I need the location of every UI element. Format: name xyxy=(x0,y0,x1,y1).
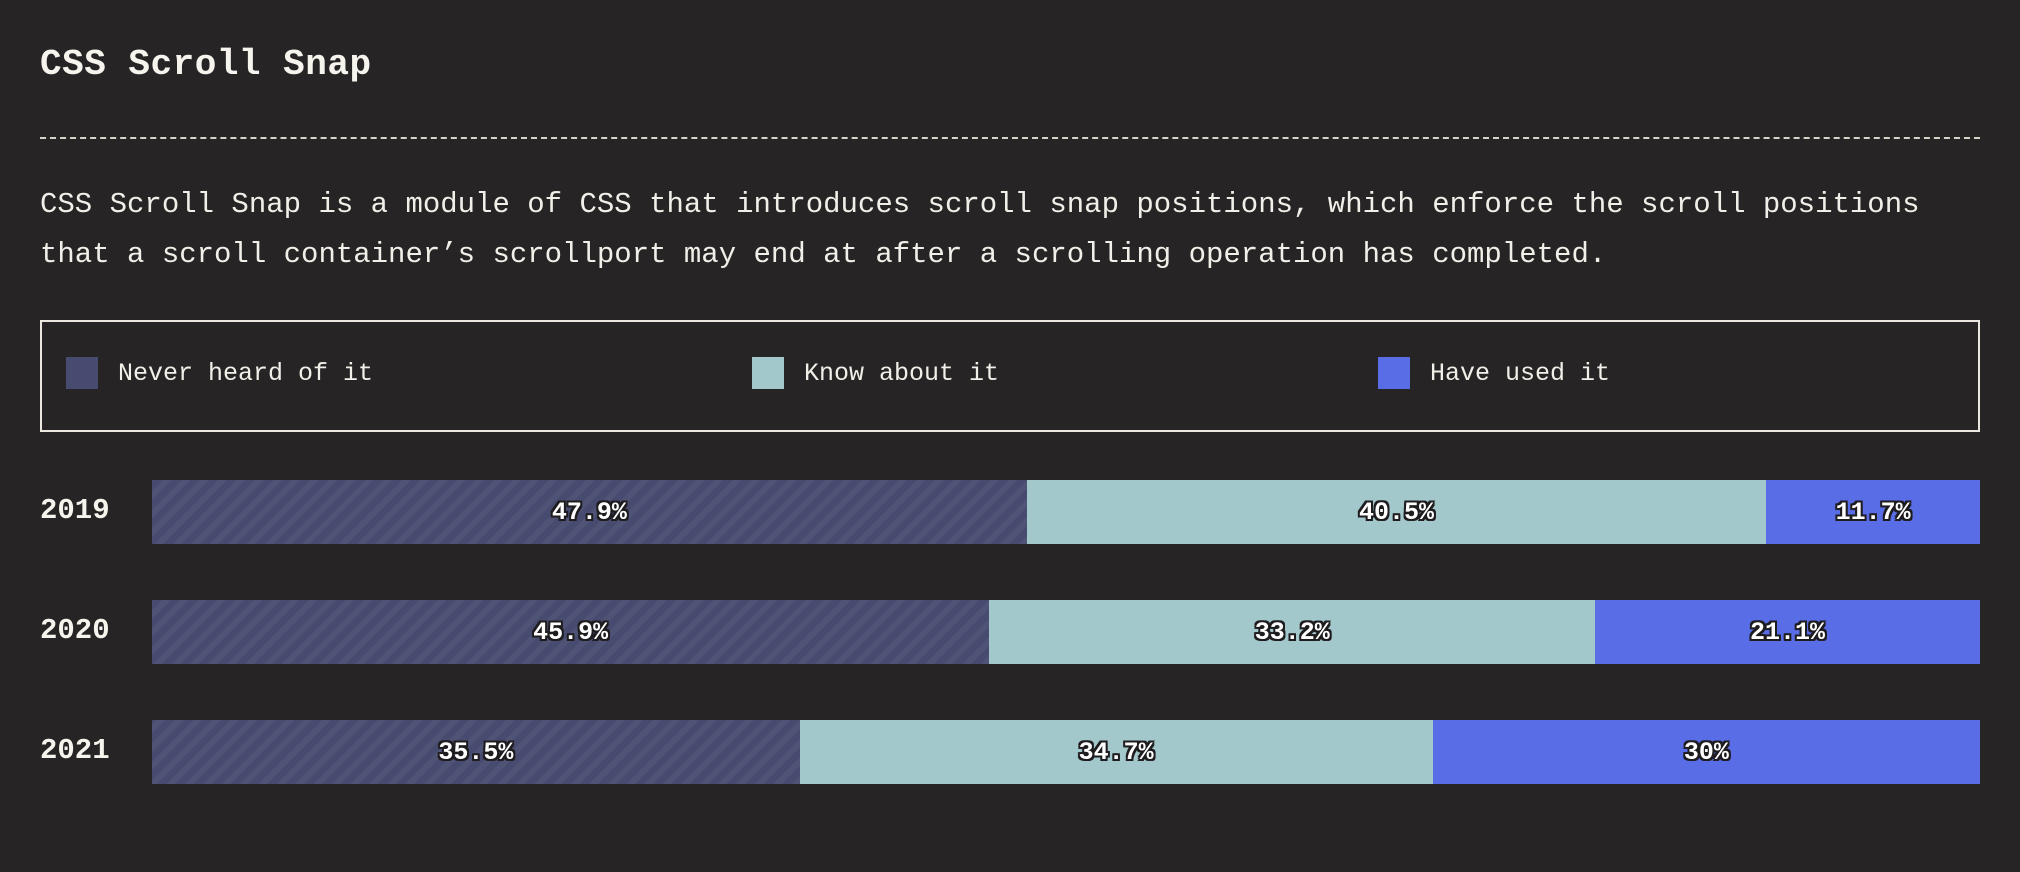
data-label-know-about-2020: 33.2% xyxy=(1254,617,1330,647)
data-label-know-about-2021: 34.7% xyxy=(1078,737,1154,767)
bar-segment-know-about-2020[interactable]: 33.2% xyxy=(989,600,1596,664)
bar-track-2019: 47.9% 40.5% 11.7% xyxy=(152,480,1980,544)
legend-label-never-heard: Never heard of it xyxy=(118,358,374,388)
bar-segment-have-used-2021[interactable]: 30% xyxy=(1432,720,1980,784)
page-title: CSS Scroll Snap xyxy=(40,44,372,85)
data-label-have-used-2019: 11.7% xyxy=(1835,497,1911,527)
legend-item-have-used[interactable]: Have used it xyxy=(1378,356,1610,390)
bar-segment-have-used-2020[interactable]: 21.1% xyxy=(1595,600,1980,664)
bar-track-2020: 45.9% 33.2% 21.1% xyxy=(152,600,1980,664)
bar-segment-know-about-2021[interactable]: 34.7% xyxy=(799,720,1433,784)
legend-label-know-about: Know about it xyxy=(804,358,1000,388)
chart-page: CSS Scroll Snap CSS Scroll Snap is a mod… xyxy=(0,0,2020,872)
bar-row-2019: 2019 47.9% 40.5% 11.7% xyxy=(40,478,1980,544)
bar-row-2021: 2021 35.5% 34.7% 30% xyxy=(40,718,1980,784)
data-label-never-heard-2021: 35.5% xyxy=(438,737,514,767)
bar-track-2021: 35.5% 34.7% 30% xyxy=(152,720,1980,784)
row-label-2021: 2021 xyxy=(40,734,110,767)
bar-row-2020: 2020 45.9% 33.2% 21.1% xyxy=(40,598,1980,664)
data-label-never-heard-2020: 45.9% xyxy=(533,617,609,647)
row-label-2019: 2019 xyxy=(40,494,110,527)
bar-segment-know-about-2019[interactable]: 40.5% xyxy=(1026,480,1767,544)
bar-segment-have-used-2019[interactable]: 11.7% xyxy=(1766,480,1980,544)
data-label-know-about-2019: 40.5% xyxy=(1359,497,1435,527)
legend-swatch-know-about xyxy=(752,357,784,389)
bar-segment-never-heard-2020[interactable]: 45.9% xyxy=(152,600,990,664)
legend-item-never-heard[interactable]: Never heard of it xyxy=(66,356,373,390)
data-label-never-heard-2019: 47.9% xyxy=(551,497,627,527)
bar-segment-never-heard-2021[interactable]: 35.5% xyxy=(152,720,800,784)
data-label-have-used-2021: 30% xyxy=(1683,737,1729,767)
legend-swatch-never-heard xyxy=(66,357,98,389)
data-label-have-used-2020: 21.1% xyxy=(1750,617,1826,647)
feature-description: CSS Scroll Snap is a module of CSS that … xyxy=(40,188,1920,271)
legend-item-know-about[interactable]: Know about it xyxy=(752,356,999,390)
legend-swatch-have-used xyxy=(1378,357,1410,389)
dashed-divider xyxy=(40,137,1980,139)
legend-label-have-used: Have used it xyxy=(1430,358,1611,388)
chart-legend: Never heard of it Know about it Have use… xyxy=(40,320,1980,432)
row-label-2020: 2020 xyxy=(40,614,110,647)
bar-segment-never-heard-2019[interactable]: 47.9% xyxy=(152,480,1027,544)
